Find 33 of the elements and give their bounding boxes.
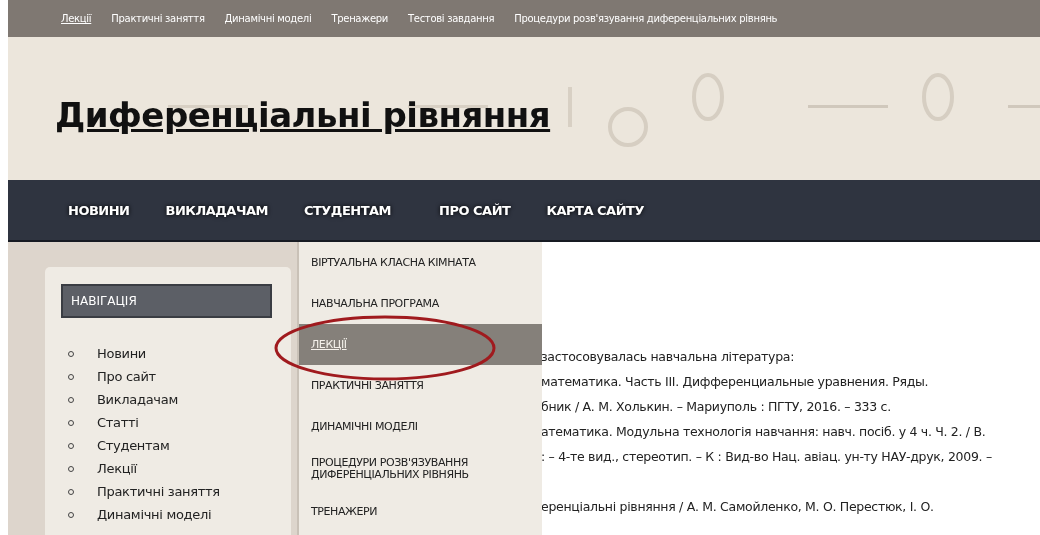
nav-item[interactable]: КАРТА САЙТУ — [546, 202, 644, 218]
top-link[interactable]: Практичні заняття — [111, 13, 205, 24]
content-text: : – 4-те вид., стереотип. – К : Вид-во Нац. авіац. ун-ту НАУ-друк, 2009. – — [541, 449, 992, 464]
dropdown-item[interactable]: ПРАКТИЧНІ ЗАНЯТТЯ — [299, 365, 542, 406]
sidebar-link[interactable]: Динамічні моделі — [97, 507, 212, 522]
content-text: математика. Часть III. Дифференциальные уравнения. Ряды. — [541, 374, 929, 389]
top-link[interactable]: Тестові завдання — [408, 13, 495, 24]
sidebar-link[interactable]: Студентам — [97, 438, 170, 453]
nav-item[interactable]: ПРО САЙТ — [439, 202, 511, 218]
content-text: застосовувалась навчальна література: — [541, 349, 795, 364]
top-link[interactable]: Тренажери — [331, 13, 388, 24]
sidebar-link[interactable]: Статті — [97, 415, 139, 430]
content-text: еренціальні рівняння / А. М. Самойленко, М. О. Перестюк, І. О. — [541, 499, 934, 514]
nav-item[interactable]: НОВИНИ — [68, 202, 130, 218]
dropdown-item[interactable]: НАВЧАЛЬНА ПРОГРАМА — [299, 283, 542, 324]
dropdown-item[interactable]: ДИНАМІЧНІ МОДЕЛІ — [299, 406, 542, 447]
nav-item[interactable]: ВИКЛАДАЧАМ — [165, 202, 268, 218]
dropdown-item[interactable]: ВІРТУАЛЬНА КЛАСНА КІМНАТА — [299, 242, 542, 283]
dropdown-item[interactable]: ПРОЦЕДУРИ РОЗВ'ЯЗУВАННЯ ДИФЕРЕНЦІАЛЬНИХ РІВНЯНЬ — [299, 447, 542, 491]
sidebar-title: НАВІГАЦІЯ — [61, 284, 272, 318]
top-link[interactable]: Лекції — [61, 13, 92, 24]
top-link[interactable]: Динамічні моделі — [224, 13, 312, 24]
sidebar-link[interactable]: Новини — [97, 346, 146, 361]
sidebar-link[interactable]: Практичні заняття — [97, 484, 220, 499]
sidebar-link[interactable]: Викладачам — [97, 392, 178, 407]
sidebar-link[interactable]: Лекції — [97, 461, 137, 476]
nav-item[interactable]: СТУДЕНТАМ — [303, 202, 392, 218]
content-text: атематика. Модульна технологія навчання: навч. посіб. у 4 ч. Ч. 2. / В. — [541, 424, 986, 439]
dropdown-item[interactable]: ЛЕКЦІЇ — [299, 324, 542, 365]
content-text: бник / А. М. Холькин. – Мариуполь : ПГТУ, 2016. – 333 с. — [541, 399, 891, 414]
dropdown-item[interactable]: ТРЕНАЖЕРИ — [299, 491, 542, 532]
sidebar-link[interactable]: Про сайт — [97, 369, 156, 384]
top-link[interactable]: Процедури розв'язування диференціальних рівнянь — [514, 13, 778, 24]
